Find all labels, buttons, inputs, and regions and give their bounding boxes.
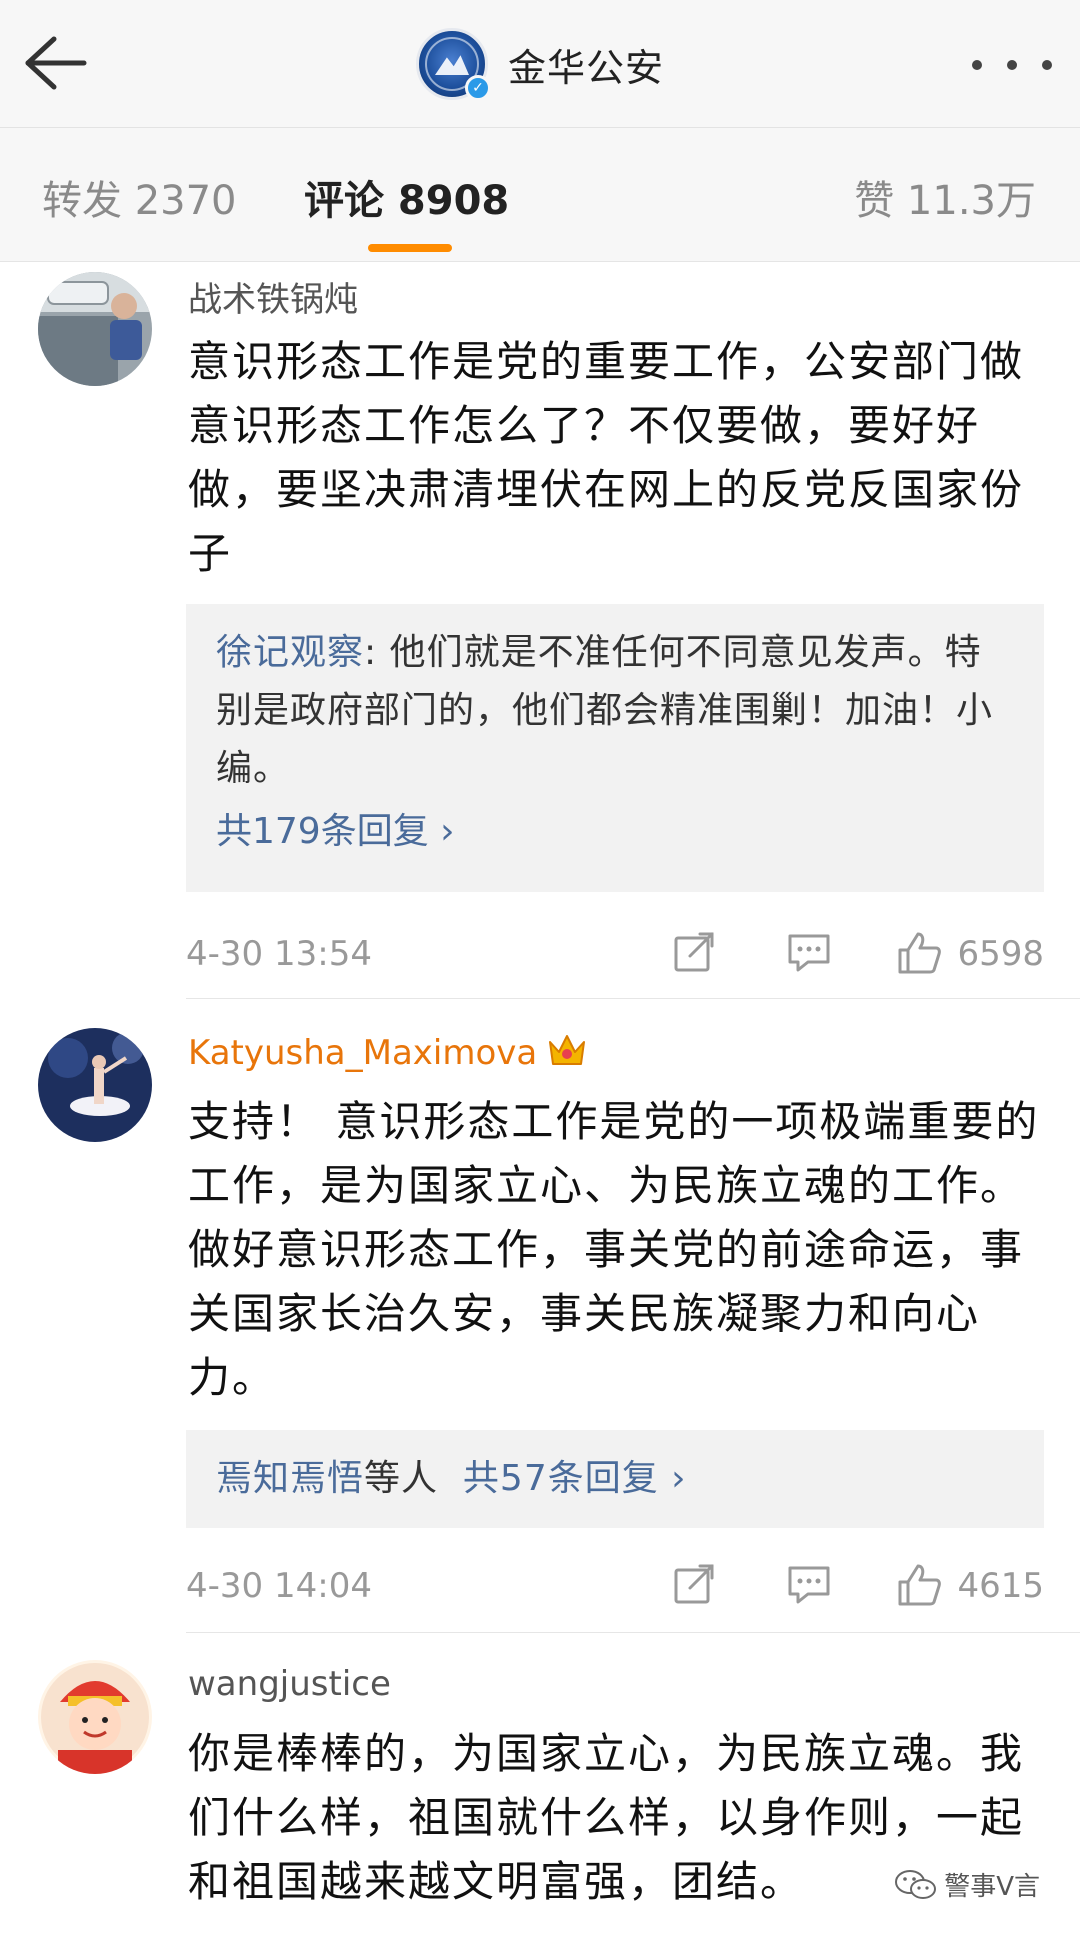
comment-icon[interactable] bbox=[786, 1562, 832, 1608]
comment-time: 4-30 13:54 bbox=[186, 934, 372, 974]
reply-username[interactable]: 焉知焉悟 bbox=[216, 1458, 364, 1499]
top-nav-bar: ✓ 金华公安 bbox=[0, 0, 1080, 128]
reply-preview-text: 徐记观察: 他们就是不准任何不同意见发声。特别是政府部门的，他们都会精准围剿！加… bbox=[216, 632, 994, 789]
back-button[interactable] bbox=[22, 28, 102, 98]
comment-time: 4-30 14:04 bbox=[186, 1566, 372, 1606]
comment-username[interactable]: wangjustice bbox=[188, 1664, 391, 1704]
thumbs-up-icon[interactable] bbox=[896, 1562, 942, 1608]
account-header[interactable]: ✓ 金华公安 bbox=[416, 28, 665, 101]
reply-count-link[interactable]: 共57条回复 › bbox=[463, 1458, 687, 1499]
comment-text: 意识形态工作是党的重要工作，公安部门做意识形态工作怎么了？不仅要做，要好好做，要… bbox=[188, 337, 1025, 578]
reply-count-link[interactable]: 共179条回复 › bbox=[216, 802, 1016, 854]
reply-username[interactable]: 徐记观察 bbox=[216, 632, 364, 673]
tab-bar: 转发 2370 评论 8908 赞 11.3万 bbox=[0, 128, 1080, 262]
tab-comment[interactable]: 评论 8908 bbox=[304, 168, 509, 226]
watermark: 警事V言 bbox=[894, 1866, 1040, 1903]
avatar[interactable] bbox=[38, 272, 152, 386]
reply-preview-text: 焉知焉悟等人 共57条回复 › bbox=[216, 1458, 687, 1499]
crown-icon bbox=[549, 1035, 586, 1065]
comment-meta: 4-30 14:04 4615 bbox=[186, 1562, 1044, 1612]
share-icon[interactable] bbox=[672, 1562, 718, 1608]
more-button[interactable] bbox=[972, 40, 1052, 90]
comment-text: 支持！ 意识形态工作是党的一项极端重要的工作，是为国家立心、为民族立魂的工作。做… bbox=[188, 1097, 1040, 1402]
watermark-text: 警事V言 bbox=[944, 1872, 1040, 1902]
share-icon[interactable] bbox=[672, 930, 718, 976]
comment-divider bbox=[186, 998, 1080, 999]
comment-meta: 4-30 13:54 6598 bbox=[186, 930, 1044, 980]
avatar[interactable] bbox=[38, 1660, 152, 1774]
like-count: 6598 bbox=[957, 934, 1044, 974]
thumbs-up-icon[interactable] bbox=[896, 930, 942, 976]
comment-divider bbox=[186, 1632, 1080, 1633]
more-dots-icon bbox=[972, 60, 982, 70]
reply-preview-box[interactable]: 徐记观察: 他们就是不准任何不同意见发声。特别是政府部门的，他们都会精准围剿！加… bbox=[186, 604, 1044, 892]
reply-preview-box[interactable]: 焉知焉悟等人 共57条回复 › bbox=[186, 1430, 1044, 1528]
tab-repost[interactable]: 转发 2370 bbox=[42, 168, 237, 226]
tab-like[interactable]: 赞 11.3万 bbox=[854, 168, 1036, 226]
like-count: 4615 bbox=[957, 1566, 1044, 1606]
active-tab-indicator bbox=[368, 244, 452, 252]
arrow-left-icon bbox=[25, 36, 87, 90]
wechat-icon bbox=[895, 1869, 937, 1899]
comment-username[interactable]: 战术铁锅炖 bbox=[188, 272, 358, 321]
verified-badge-icon: ✓ bbox=[465, 75, 491, 101]
comment-username[interactable]: Katyusha_Maximova bbox=[188, 1032, 587, 1073]
account-name: 金华公安 bbox=[508, 45, 665, 90]
avatar[interactable] bbox=[38, 1028, 152, 1142]
comment-icon[interactable] bbox=[786, 930, 832, 976]
account-avatar: ✓ bbox=[416, 28, 491, 101]
